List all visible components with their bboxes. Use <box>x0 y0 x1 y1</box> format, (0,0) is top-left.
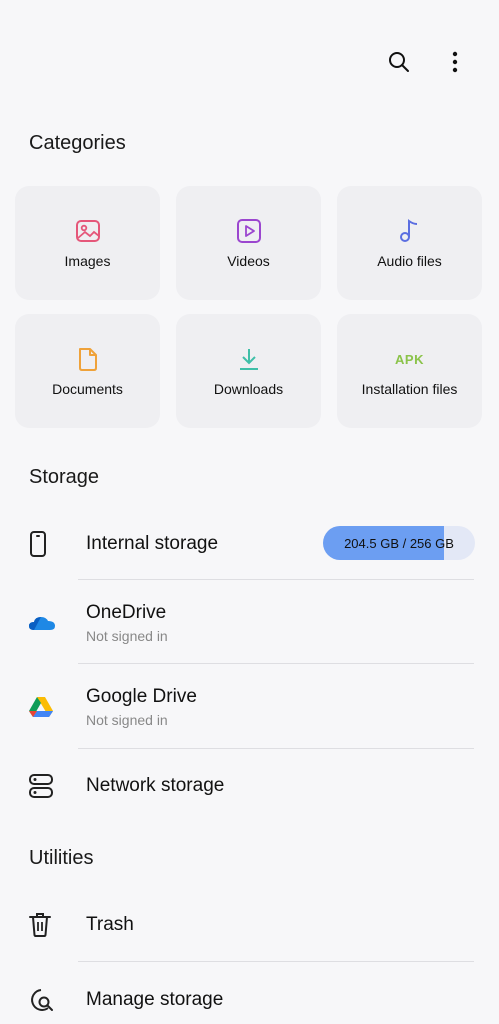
music-note-icon <box>399 219 417 242</box>
trash-label: Trash <box>86 914 134 935</box>
manage-storage-label: Manage storage <box>86 989 224 1010</box>
internal-storage-label: Internal storage <box>86 533 219 554</box>
divider <box>78 663 474 664</box>
onedrive-icon <box>29 617 55 630</box>
google-drive-label: Google Drive <box>86 686 197 707</box>
more-options-button[interactable] <box>441 44 469 80</box>
categories-grid: Images Videos Audio files Documents Down… <box>15 186 484 428</box>
image-icon <box>75 220 100 242</box>
category-label: Videos <box>227 253 270 269</box>
more-vertical-icon <box>452 51 458 73</box>
storage-heading: Storage <box>29 466 100 488</box>
categories-heading: Categories <box>29 132 126 154</box>
google-drive-status: Not signed in <box>86 712 168 728</box>
divider <box>78 961 474 962</box>
utility-trash[interactable]: Trash <box>0 903 499 947</box>
category-label: Installation files <box>361 381 458 397</box>
internal-storage-usage-bar: 204.5 GB / 256 GB <box>323 526 475 560</box>
category-documents[interactable]: Documents <box>15 314 160 428</box>
onedrive-label: OneDrive <box>86 602 167 623</box>
search-button[interactable] <box>385 44 413 80</box>
search-icon <box>389 52 409 72</box>
video-icon <box>236 219 261 243</box>
network-storage-label: Network storage <box>86 775 225 796</box>
category-installation-files[interactable]: APK Installation files <box>337 314 482 428</box>
divider <box>78 579 474 580</box>
utility-manage-storage[interactable]: Manage storage <box>0 978 499 1022</box>
phone-icon <box>30 531 46 557</box>
storage-onedrive[interactable]: OneDrive Not signed in <box>0 598 499 648</box>
storage-network[interactable]: Network storage <box>0 764 499 808</box>
category-downloads[interactable]: Downloads <box>176 314 321 428</box>
trash-icon <box>29 913 51 937</box>
onedrive-status: Not signed in <box>86 628 168 644</box>
server-icon <box>29 774 53 798</box>
category-label: Images <box>64 253 111 269</box>
google-drive-icon <box>29 697 53 717</box>
divider <box>78 748 474 749</box>
storage-usage-text: 204.5 GB / 256 GB <box>344 535 454 551</box>
document-icon <box>78 348 97 371</box>
download-icon <box>239 349 258 370</box>
utilities-heading: Utilities <box>29 847 94 869</box>
category-audio[interactable]: Audio files <box>337 186 482 300</box>
manage-storage-icon <box>31 989 53 1011</box>
category-label: Downloads <box>213 381 284 397</box>
category-label: Audio files <box>377 253 442 269</box>
top-toolbar <box>385 44 469 80</box>
category-label: Documents <box>52 381 123 397</box>
category-videos[interactable]: Videos <box>176 186 321 300</box>
category-images[interactable]: Images <box>15 186 160 300</box>
apk-icon: APK <box>395 351 424 367</box>
storage-google-drive[interactable]: Google Drive Not signed in <box>0 682 499 732</box>
